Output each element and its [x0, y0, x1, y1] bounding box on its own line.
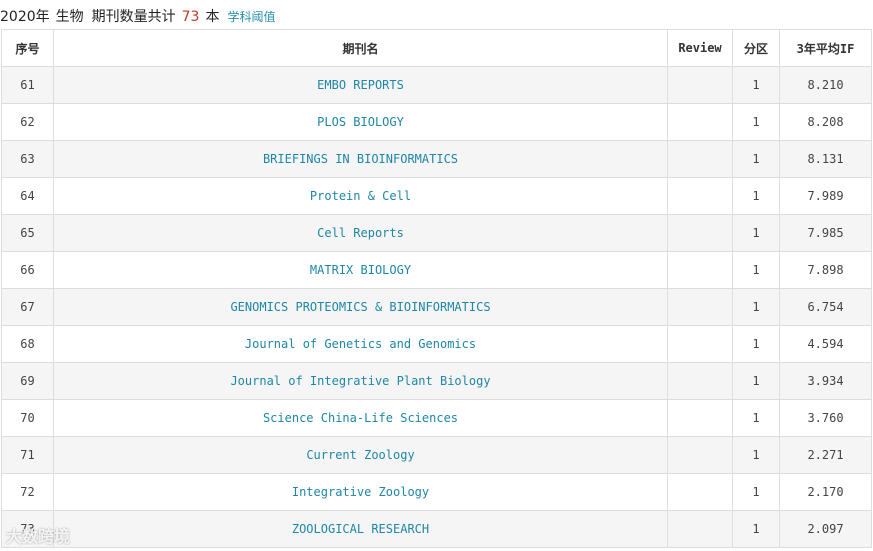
table-row: 64 Protein & Cell 1 7.989 — [1, 177, 872, 215]
table-row: 73 ZOOLOGICAL RESEARCH 1 2.097 — [1, 510, 872, 548]
review-cell — [667, 177, 733, 215]
table-row: 66 MATRIX BIOLOGY 1 7.898 — [1, 251, 872, 289]
review-cell — [667, 288, 733, 326]
journal-name-link[interactable]: Current Zoology — [53, 436, 668, 474]
zone-cell: 1 — [732, 140, 780, 178]
row-index: 66 — [1, 251, 54, 289]
summary-header: 2020年 生物 期刊数量共计 73 本学科阈值 — [0, 6, 873, 28]
review-cell — [667, 473, 733, 511]
field-label: 生物 — [55, 9, 84, 25]
impact-factor-cell: 2.170 — [779, 473, 872, 511]
zone-cell: 1 — [732, 214, 780, 252]
row-index: 72 — [1, 473, 54, 511]
table-row: 61 EMBO REPORTS 1 8.210 — [1, 66, 872, 104]
row-index: 67 — [1, 288, 54, 326]
row-index: 61 — [1, 66, 54, 104]
column-header-if: 3年平均IF — [779, 29, 872, 67]
row-index: 62 — [1, 103, 54, 141]
impact-factor-cell: 7.989 — [779, 177, 872, 215]
impact-factor-cell: 8.208 — [779, 103, 872, 141]
table-row: 63 BRIEFINGS IN BIOINFORMATICS 1 8.131 — [1, 140, 872, 178]
subject-threshold-link[interactable]: 学科阈值 — [227, 10, 275, 24]
zone-cell: 1 — [732, 251, 780, 289]
row-index: 69 — [1, 362, 54, 400]
table-row: 62 PLOS BIOLOGY 1 8.208 — [1, 103, 872, 141]
table-row: 71 Current Zoology 1 2.271 — [1, 436, 872, 474]
journal-name-link[interactable]: BRIEFINGS IN BIOINFORMATICS — [53, 140, 668, 178]
journal-name-link[interactable]: PLOS BIOLOGY — [53, 103, 668, 141]
impact-factor-cell: 2.097 — [779, 510, 872, 548]
column-header-zone: 分区 — [732, 29, 780, 67]
journal-name-link[interactable]: Cell Reports — [53, 214, 668, 252]
row-index: 71 — [1, 436, 54, 474]
table-row: 67 GENOMICS PROTEOMICS & BIOINFORMATICS 1 6… — [1, 288, 872, 326]
review-cell — [667, 140, 733, 178]
zone-cell: 1 — [732, 510, 780, 548]
review-cell — [667, 103, 733, 141]
journal-name-link[interactable]: Science China-Life Sciences — [53, 399, 668, 437]
review-cell — [667, 362, 733, 400]
review-cell — [667, 325, 733, 363]
impact-factor-cell: 8.210 — [779, 66, 872, 104]
count-unit: 本 — [205, 9, 220, 25]
review-cell — [667, 66, 733, 104]
journal-name-link[interactable]: ZOOLOGICAL RESEARCH — [53, 510, 668, 548]
column-header-review: Review — [667, 29, 733, 67]
impact-factor-cell: 6.754 — [779, 288, 872, 326]
zone-cell: 1 — [732, 177, 780, 215]
zone-cell: 1 — [732, 399, 780, 437]
impact-factor-cell: 7.985 — [779, 214, 872, 252]
table-row: 65 Cell Reports 1 7.985 — [1, 214, 872, 252]
zone-cell: 1 — [732, 325, 780, 363]
review-cell — [667, 510, 733, 548]
review-cell — [667, 214, 733, 252]
impact-factor-cell: 3.760 — [779, 399, 872, 437]
table-row: 69 Journal of Integrative Plant Biology 1 3… — [1, 362, 872, 400]
journal-name-link[interactable]: MATRIX BIOLOGY — [53, 251, 668, 289]
zone-cell: 1 — [732, 362, 780, 400]
journal-name-link[interactable]: Journal of Integrative Plant Biology — [53, 362, 668, 400]
impact-factor-cell: 3.934 — [779, 362, 872, 400]
journal-name-link[interactable]: Journal of Genetics and Genomics — [53, 325, 668, 363]
zone-cell: 1 — [732, 288, 780, 326]
impact-factor-cell: 2.271 — [779, 436, 872, 474]
journal-name-link[interactable]: EMBO REPORTS — [53, 66, 668, 104]
count-text: 期刊数量共计 — [91, 9, 176, 25]
journal-name-link[interactable]: Protein & Cell — [53, 177, 668, 215]
table-row: 68 Journal of Genetics and Genomics 1 4.594 — [1, 325, 872, 363]
review-cell — [667, 251, 733, 289]
journal-count: 73 — [181, 9, 200, 25]
row-index: 64 — [1, 177, 54, 215]
table-row: 70 Science China-Life Sciences 1 3.760 — [1, 399, 872, 437]
journal-name-link[interactable]: Integrative Zoology — [53, 473, 668, 511]
impact-factor-cell: 8.131 — [779, 140, 872, 178]
zone-cell: 1 — [732, 103, 780, 141]
zone-cell: 1 — [732, 436, 780, 474]
row-index: 68 — [1, 325, 54, 363]
zone-cell: 1 — [732, 66, 780, 104]
journal-table: 序号 期刊名 Review 分区 3年平均IF 61 EMBO REPORTS 1 8… — [1, 29, 872, 548]
row-index: 73 — [1, 510, 54, 548]
zone-cell: 1 — [732, 473, 780, 511]
column-header-journal: 期刊名 — [53, 29, 668, 67]
journal-name-link[interactable]: GENOMICS PROTEOMICS & BIOINFORMATICS — [53, 288, 668, 326]
row-index: 65 — [1, 214, 54, 252]
column-header-index: 序号 — [1, 29, 54, 67]
review-cell — [667, 436, 733, 474]
impact-factor-cell: 7.898 — [779, 251, 872, 289]
row-index: 70 — [1, 399, 54, 437]
year-label: 2020年 — [0, 9, 50, 25]
impact-factor-cell: 4.594 — [779, 325, 872, 363]
review-cell — [667, 399, 733, 437]
row-index: 63 — [1, 140, 54, 178]
table-row: 72 Integrative Zoology 1 2.170 — [1, 473, 872, 511]
table-header-row: 序号 期刊名 Review 分区 3年平均IF — [1, 29, 872, 67]
